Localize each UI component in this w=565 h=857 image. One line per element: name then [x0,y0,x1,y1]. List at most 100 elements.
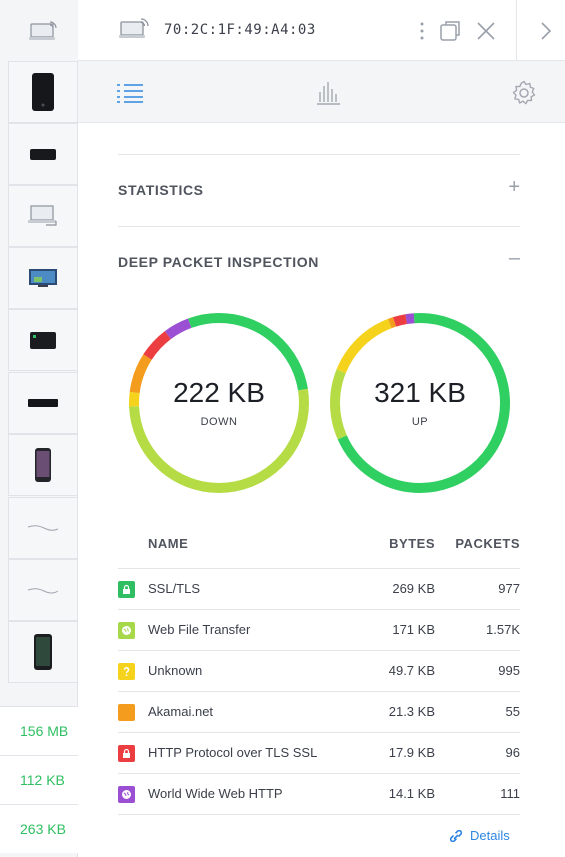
set-top-box-icon [28,399,58,407]
device-thumb-8[interactable] [8,497,78,559]
chevron-right-icon [541,22,552,40]
table-row[interactable]: SSL/TLS 269 KB 977 [118,568,520,610]
app-name-cell: Unknown [118,650,325,692]
iphone-icon [34,634,52,670]
device-usage: 112 KB [0,755,78,804]
app-bytes: 49.7 KB [325,650,435,692]
question-icon [118,662,135,680]
popout-icon [440,21,460,41]
bar-chart-icon [317,82,340,105]
lock-icon [118,580,135,598]
app-name: Web File Transfer [148,622,251,637]
col-bytes-header[interactable]: BYTES [325,520,435,569]
app-packets: 977 [435,568,520,610]
app-name-cell: World Wide Web HTTP [118,773,325,815]
vertical-dots-icon [420,22,424,40]
app-packets: 1.57K [435,609,520,651]
link-icon [449,829,463,842]
list-icon [117,84,143,103]
down-label: DOWN [200,416,238,428]
table-row[interactable]: Unknown 49.7 KB 995 [118,650,520,692]
app-packets: 55 [435,691,520,733]
app-packets: 111 [435,773,520,815]
dpi-collapse-toggle[interactable]: – [509,247,520,270]
device-thumb-10[interactable] [8,621,78,683]
col-packets-header[interactable]: PACKETS [435,520,520,569]
cable-icon [27,588,59,594]
app-name: Unknown [148,663,203,678]
device-thumb-5[interactable] [8,309,78,371]
tv-icon [29,269,57,287]
device-list: 156 MB 112 KB 263 KB [0,0,78,857]
dpi-title: DEEP PACKET INSPECTION [118,254,319,270]
up-donut: 321 KB UP [329,312,511,494]
device-thumb-9[interactable] [8,559,78,621]
tab-overview[interactable] [116,79,144,107]
app-name: World Wide Web HTTP [148,786,283,801]
tab-settings[interactable] [510,79,538,107]
app-name: SSL/TLS [148,581,201,596]
cable-icon [27,525,59,531]
device-usage: 263 KB [0,804,78,853]
popout-button[interactable] [437,18,463,44]
device-thumb-7[interactable] [8,434,78,496]
globe-icon [118,621,135,639]
device-thumb-1[interactable] [8,61,78,123]
app-bytes: 21.3 KB [325,691,435,733]
up-total: 321 KB [374,377,466,408]
table-row[interactable]: Akamai.net 21.3 KB 55 [118,691,520,733]
phone-icon [35,448,51,482]
details-link[interactable]: Details [448,828,510,843]
nas-device-icon [30,332,56,349]
app-name: Akamai.net [148,704,214,719]
app-packets: 995 [435,650,520,692]
more-button[interactable] [409,18,435,44]
table-row[interactable]: Web File Transfer 171 KB 1.57K [118,609,520,651]
dpi-section[interactable]: DEEP PACKET INSPECTION [118,254,520,272]
up-label: UP [411,416,429,428]
app-bytes: 171 KB [325,609,435,651]
laptop-wifi-icon [118,17,150,46]
next-device-button[interactable] [533,18,559,44]
device-mac-title: 70:2C:1F:49:A4:03 [164,22,316,38]
table-row[interactable]: HTTP Protocol over TLS SSL 17.9 KB 96 [118,732,520,774]
laptop-wifi-icon [29,21,57,40]
device-thumb-3[interactable] [8,185,78,247]
statistics-section[interactable]: STATISTICS [118,182,520,200]
dpi-table: NAME BYTES PACKETS SSL/TLS 269 KB 977 We… [118,520,520,815]
panel-tabs [78,61,565,123]
details-label: Details [470,828,510,843]
app-bytes: 17.9 KB [325,732,435,774]
device-thumb-0[interactable] [8,0,78,62]
header-divider [516,0,517,61]
device-thumb-2[interactable] [8,123,78,185]
app-name-cell: Akamai.net [118,691,325,733]
app-packets: 96 [435,732,520,774]
app-name-cell: SSL/TLS [118,568,325,610]
down-donut: 222 KB DOWN [128,312,310,494]
statistics-title: STATISTICS [118,182,204,198]
laptop-icon [28,205,57,226]
device-usage: 156 MB [0,706,78,755]
panel-header: 70:2C:1F:49:A4:03 [78,0,565,61]
table-row[interactable]: World Wide Web HTTP 14.1 KB 111 [118,773,520,815]
close-icon [477,22,495,40]
section-divider [118,154,520,155]
device-thumb-6[interactable] [8,372,78,434]
globe-icon [118,785,135,803]
tower-device-icon [32,73,54,111]
app-name-cell: HTTP Protocol over TLS SSL [118,732,325,774]
close-button[interactable] [473,18,499,44]
app-name-cell: Web File Transfer [118,609,325,651]
router-device-icon [30,149,56,160]
scrolled-section-remnant [118,123,278,125]
tab-statistics[interactable] [314,79,342,107]
app-name: HTTP Protocol over TLS SSL [148,745,318,760]
app-bytes: 14.1 KB [325,773,435,815]
col-name-header[interactable]: NAME [118,520,325,569]
statistics-expand-toggle[interactable]: + [508,176,520,199]
device-thumb-4[interactable] [8,247,78,309]
app-bytes: 269 KB [325,568,435,610]
lock-icon [118,744,135,762]
square-icon [118,703,135,721]
